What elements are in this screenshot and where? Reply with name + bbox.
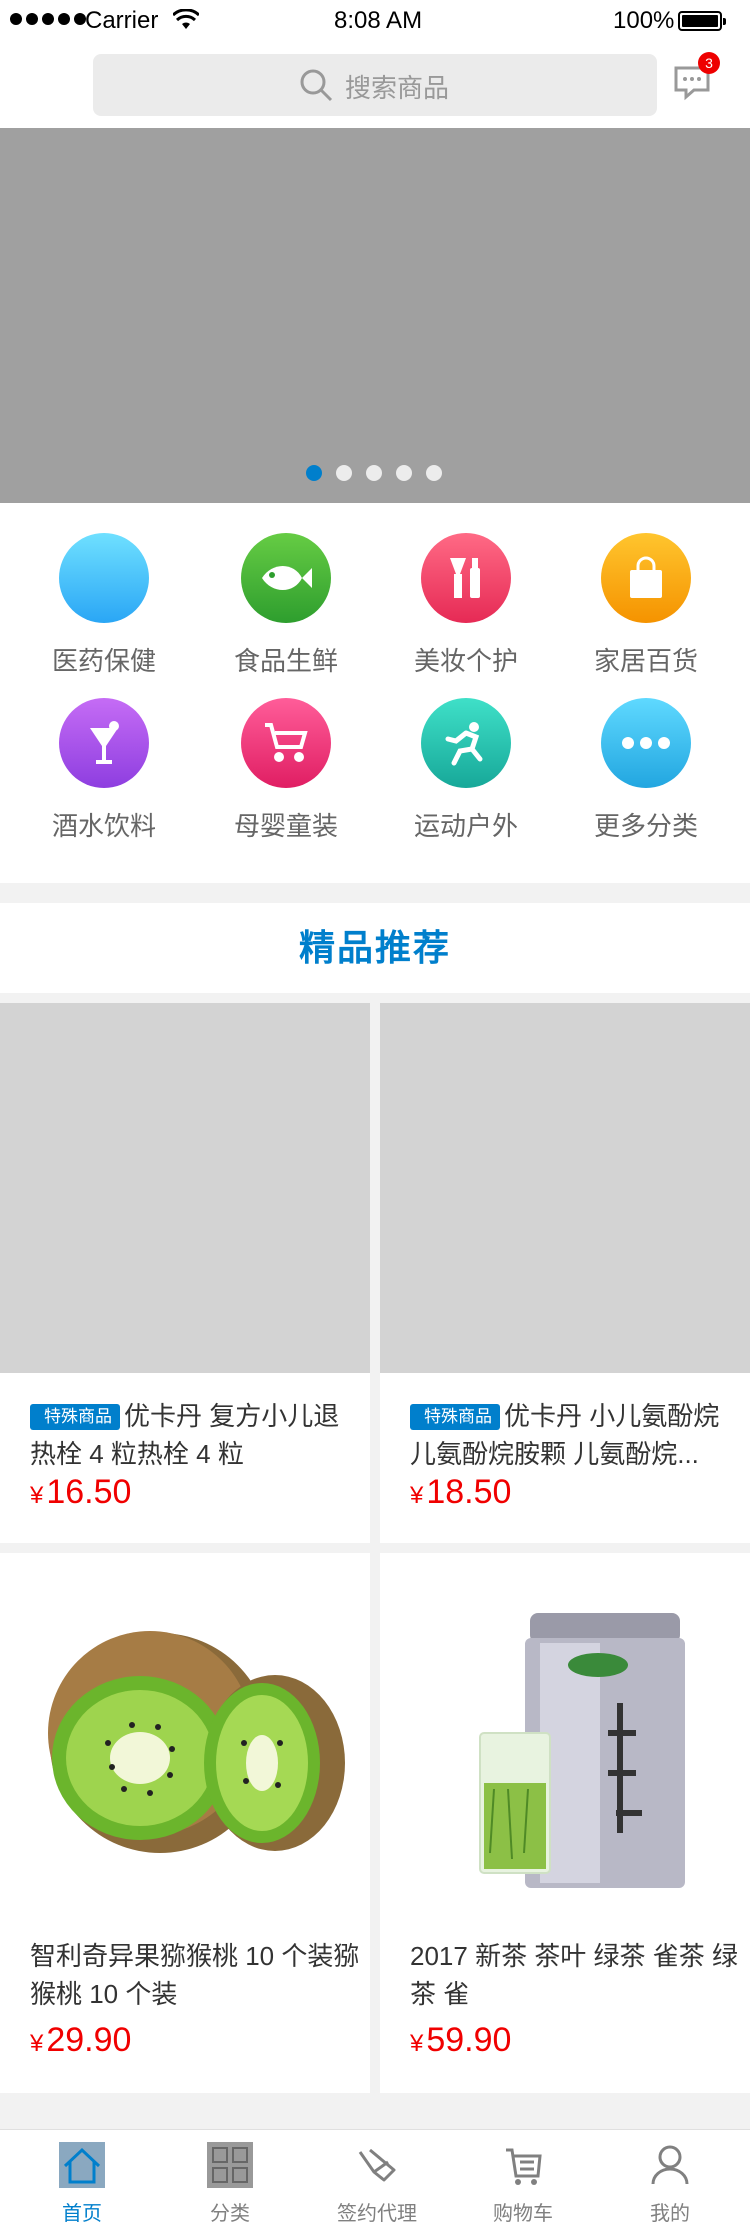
clock-label: 8:08 AM — [334, 7, 423, 34]
category-label: 母婴童装 — [233, 811, 338, 841]
category-label: 医药保健 — [51, 646, 156, 676]
cosmetics-icon — [421, 533, 511, 623]
product-image-kiwi[interactable] — [0, 1553, 370, 1923]
search-icon — [300, 69, 333, 102]
carrier-label: Carrier — [85, 7, 159, 34]
currency-symbol: ¥ — [30, 1482, 44, 1509]
tab-label: 购物车 — [493, 2203, 553, 2225]
stroller-icon — [241, 698, 331, 788]
category-label: 运动户外 — [413, 811, 518, 841]
search-bar[interactable]: 搜索商品 — [93, 54, 657, 116]
carousel-dot[interactable] — [306, 465, 322, 481]
carousel-dot[interactable] — [366, 465, 382, 481]
product-card[interactable]: 特殊商品 优卡丹 复方小儿退热栓 4 粒热栓 4 粒 ¥16.50 — [0, 1003, 370, 1543]
signal-icon — [10, 13, 86, 25]
product-name: 特殊商品 优卡丹 小儿氨酚烷 儿氨酚烷胺颗 儿氨酚烷... — [410, 1397, 740, 1473]
home-icon — [59, 2142, 105, 2188]
special-tag: 特殊商品 — [410, 1404, 500, 1430]
price-value: 18.50 — [426, 1473, 512, 1511]
category-label: 美妆个护 — [413, 646, 518, 676]
product-image[interactable] — [0, 1003, 370, 1373]
running-icon — [421, 698, 511, 788]
price-value: 16.50 — [46, 1473, 132, 1511]
category-item-more[interactable]: 更多分类 — [556, 698, 736, 843]
category-label: 更多分类 — [593, 811, 698, 841]
category-item-food[interactable]: 食品生鲜 — [196, 533, 376, 678]
currency-symbol: ¥ — [410, 1482, 424, 1509]
status-bar: Carrier 8:08 AM 100% — [0, 0, 750, 40]
handshake-icon — [358, 2148, 396, 2182]
category-label: 酒水饮料 — [51, 811, 156, 841]
category-item-beauty[interactable]: 美妆个护 — [376, 533, 556, 678]
pill-icon — [59, 533, 149, 623]
category-item-drinks[interactable]: 酒水饮料 — [14, 698, 194, 843]
category-item-baby[interactable]: 母婴童装 — [196, 698, 376, 843]
drink-icon — [59, 698, 149, 788]
product-price: ¥18.50 — [410, 1473, 511, 1512]
tab-label: 分类 — [210, 2203, 250, 2225]
price-value: 29.90 — [46, 2021, 132, 2059]
product-price: ¥16.50 — [30, 1473, 131, 1512]
currency-symbol: ¥ — [30, 2030, 44, 2057]
price-value: 59.90 — [426, 2021, 512, 2059]
fish-icon — [241, 533, 331, 623]
user-icon — [651, 2145, 689, 2185]
category-grid-icon — [207, 2142, 253, 2188]
tab-label: 首页 — [62, 2203, 102, 2225]
battery-icon — [678, 11, 726, 31]
carousel-dot[interactable] — [336, 465, 352, 481]
carousel-indicator — [306, 465, 442, 481]
tab-label: 签约代理 — [337, 2203, 417, 2225]
product-card[interactable]: 2017 新茶 茶叶 绿茶 雀茶 绿茶 雀 ¥59.90 — [380, 1553, 750, 2093]
tab-label: 我的 — [650, 2203, 690, 2225]
product-image[interactable] — [380, 1003, 750, 1373]
section-title: 精品推荐 — [0, 903, 750, 993]
wifi-icon — [173, 9, 199, 29]
product-card[interactable]: 智利奇异果猕猴桃 10 个装猕猴桃 10 个装 ¥29.90 — [0, 1553, 370, 2093]
category-item-medicine[interactable]: 医药保健 — [14, 533, 194, 678]
tab-agent[interactable]: 签约代理 — [302, 2130, 452, 2227]
carousel-dot[interactable] — [426, 465, 442, 481]
more-icon — [601, 698, 691, 788]
banner-carousel[interactable] — [0, 128, 750, 503]
special-tag: 特殊商品 — [30, 1404, 120, 1430]
tab-home[interactable]: 首页 — [7, 2130, 157, 2227]
product-image-tea[interactable] — [380, 1553, 750, 1923]
category-label: 食品生鲜 — [233, 646, 338, 676]
category-grid: 医药保健 食品生鲜 美妆个护 家居百货 酒水饮料 母婴童装 运动户外 更多分类 — [0, 503, 750, 883]
search-header: 搜索商品 3 — [0, 40, 750, 128]
cart-icon — [506, 2148, 542, 2185]
category-label: 家居百货 — [593, 646, 698, 676]
tab-cart[interactable]: 购物车 — [448, 2130, 598, 2227]
product-price: ¥29.90 — [30, 2021, 131, 2060]
bottom-tab-bar: 首页 分类 签约代理 购物车 我的 — [0, 2129, 750, 2227]
search-placeholder: 搜索商品 — [345, 73, 450, 103]
category-item-sports[interactable]: 运动户外 — [376, 698, 556, 843]
product-price: ¥59.90 — [410, 2021, 511, 2060]
product-name: 智利奇异果猕猴桃 10 个装猕猴桃 10 个装 — [30, 1941, 360, 2009]
currency-symbol: ¥ — [410, 2030, 424, 2057]
battery-percent: 100% — [613, 7, 675, 34]
category-item-home[interactable]: 家居百货 — [556, 533, 736, 678]
shopping-bag-icon — [601, 533, 691, 623]
tab-category[interactable]: 分类 — [155, 2130, 305, 2227]
product-card[interactable]: 特殊商品 优卡丹 小儿氨酚烷 儿氨酚烷胺颗 儿氨酚烷... ¥18.50 — [380, 1003, 750, 1543]
message-badge: 3 — [698, 52, 720, 74]
product-name: 特殊商品 优卡丹 复方小儿退热栓 4 粒热栓 4 粒 — [30, 1397, 360, 1473]
carousel-dot[interactable] — [396, 465, 412, 481]
tab-profile[interactable]: 我的 — [595, 2130, 745, 2227]
product-name: 2017 新茶 茶叶 绿茶 雀茶 绿茶 雀 — [410, 1941, 738, 2009]
message-button[interactable]: 3 — [672, 52, 720, 102]
